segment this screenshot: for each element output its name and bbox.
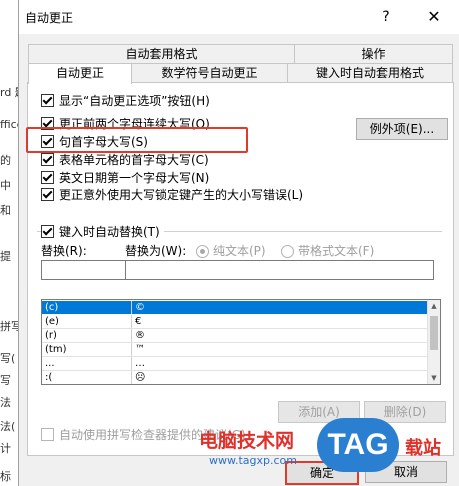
title-bar: 自动更正 ? ✕ [19,0,459,34]
bg-text: 写( [0,352,16,365]
bg-text: 法( [0,420,16,433]
autocorrect-dialog: 自动更正 ? ✕ 自动套用格式 操作 自动更正 数学符号自动更正 键入时自动套用… [18,0,459,486]
bg-text: 提 [0,250,11,263]
watermark: 电脑技术网 www.tagxp.com TAG 载站 [199,418,449,478]
bg-text: ffice [0,118,18,131]
list-scrollbar[interactable]: ▲ ▼ [427,300,440,384]
radio-label: 带格式文本(F) [298,244,375,258]
tag-logo: TAG [317,418,399,472]
entry-from: (r) [42,329,132,342]
option-label: 英文日期第一个字母大写(N) [59,170,210,185]
bg-text: 拼写 [0,320,18,333]
with-label: 替换为(W): [125,244,187,258]
days-caps-option[interactable]: 英文日期第一个字母大写(N) [41,169,209,185]
radio-label: 纯文本(P) [213,244,266,258]
dialog-title: 自动更正 [25,11,74,25]
tab-autoformat-as-you-type[interactable]: 键入时自动套用格式 [287,63,453,82]
scroll-up-icon[interactable]: ▲ [428,300,440,312]
list-item[interactable]: ...… [42,357,428,370]
bg-text: 的 [0,154,11,167]
checkbox[interactable] [41,170,54,184]
entry-from: (tm) [42,343,132,356]
entry-to: ® [135,330,145,341]
watermark-url: www.tagxp.com [209,454,297,467]
table-caps-option[interactable]: 表格单元格的首字母大写(C) [41,151,209,167]
checkbox[interactable] [41,224,54,238]
show-buttons-option[interactable]: 显示“自动更正选项”按钮(H) [41,92,210,108]
exceptions-button[interactable]: 例外项(E)... [356,118,448,140]
option-label: 键入时自动替换(T) [59,224,160,239]
option-label: 更正意外使用大写锁定键产生的大小写错误(L) [59,187,304,202]
radio-icon [196,245,209,258]
checkbox[interactable] [41,93,54,107]
replace-input[interactable] [41,260,127,280]
scroll-down-icon[interactable]: ▼ [428,372,440,384]
entry-from: ... [42,357,132,370]
entry-from: :( [42,371,132,384]
entry-to: © [135,302,145,313]
help-button[interactable]: ? [375,6,397,28]
entry-to: ☹ [135,372,146,383]
checkbox[interactable] [41,152,54,166]
tab-autoformat[interactable]: 自动套用格式 [28,44,295,63]
list-item[interactable]: (c) © [42,301,428,314]
list-item[interactable]: (r) ® [42,329,428,342]
watermark-text: 电脑技术网 [199,430,295,452]
replacement-list[interactable]: (c) © (e) € (r) ® (tm) ™ ...… :(☹ ▲ ▼ [41,299,441,385]
checkbox[interactable] [41,187,54,201]
scroll-thumb[interactable] [430,316,438,350]
entry-to: … [135,358,145,369]
list-item[interactable]: :(☹ [42,371,428,384]
replace-as-you-type-option[interactable]: 键入时自动替换(T) [41,223,164,239]
bg-text: 和 [0,204,11,217]
formatted-text-radio[interactable]: 带格式文本(F) [281,242,374,259]
checkbox[interactable] [41,427,54,441]
bg-text: 写 [0,374,11,387]
entry-to: ™ [135,344,145,355]
background-app: rd 题 ffice 的 中 和 提 拼写 写( 写 法 法( 计 标 [0,0,19,486]
entry-from: (c) [42,301,132,314]
entry-from: (e) [42,315,132,328]
plain-text-radio[interactable]: 纯文本(P) [196,242,266,259]
caps-lock-option[interactable]: 更正意外使用大写锁定键产生的大小写错误(L) [41,186,303,202]
replace-label: 替换(R): [41,244,87,258]
entry-to: € [135,316,142,327]
tab-autocorrect[interactable]: 自动更正 [28,63,132,84]
option-label: 表格单元格的首字母大写(C) [59,152,209,167]
list-item[interactable]: (e) € [42,315,428,328]
bg-text: 标 [0,470,11,483]
radio-icon [281,245,294,258]
option-label: 显示“自动更正选项”按钮(H) [59,93,210,108]
list-item[interactable]: (tm) ™ [42,343,428,356]
tab-math-autocorrect[interactable]: 数学符号自动更正 [131,63,288,82]
tab-actions[interactable]: 操作 [294,44,453,63]
bg-text: rd 题 [0,86,18,99]
bg-text: 法 [0,396,11,409]
highlight-box [26,127,248,153]
bg-text: 中 [0,179,11,192]
close-button[interactable]: ✕ [423,6,445,28]
with-input[interactable] [125,260,434,280]
watermark-suffix: 载站 [405,438,441,459]
bg-text: 计 [0,442,11,455]
